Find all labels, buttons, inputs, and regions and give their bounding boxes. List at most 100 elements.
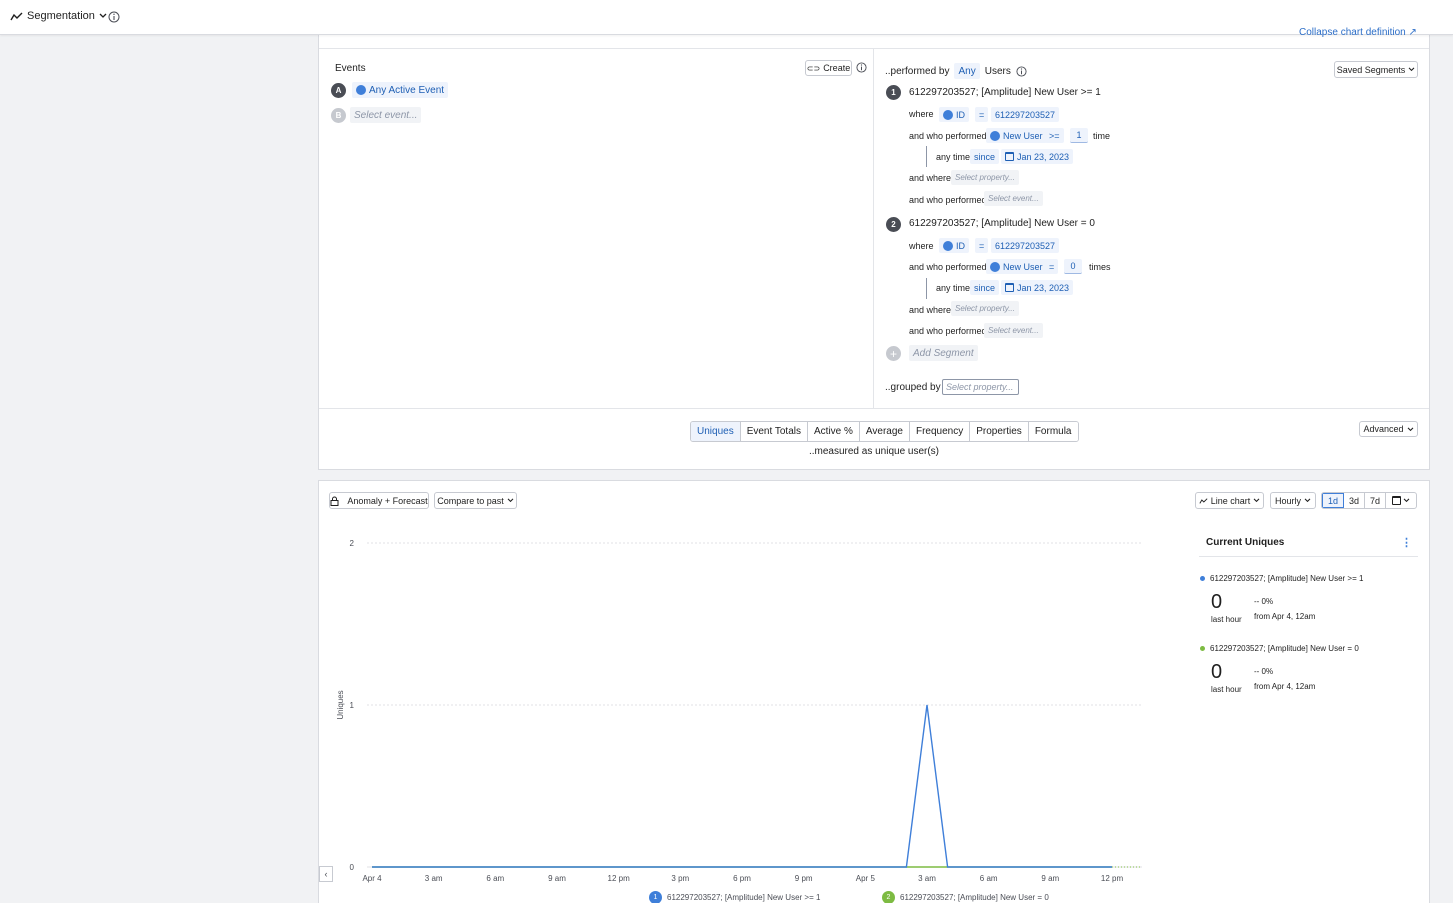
- add-icon[interactable]: +: [886, 346, 901, 361]
- who-performed-label: and who performed: [909, 262, 987, 272]
- chevron-down-icon: [1403, 498, 1410, 503]
- segment-number-badge: 1: [886, 85, 901, 100]
- current-sub: last hour: [1211, 615, 1242, 624]
- x-tick-label: 6 am: [486, 874, 504, 883]
- x-tick-label: 3 am: [918, 874, 936, 883]
- who-event[interactable]: New User: [986, 259, 1047, 274]
- nest-line: [926, 278, 927, 299]
- amplitude-event-icon: [356, 85, 366, 95]
- tab-uniques[interactable]: Uniques: [691, 422, 741, 441]
- time-label[interactable]: any time: [936, 283, 970, 293]
- amplitude-property-icon: [943, 109, 953, 120]
- events-title: Events: [335, 63, 366, 74]
- tab-event-totals[interactable]: Event Totals: [740, 422, 808, 441]
- divider: [319, 408, 1429, 409]
- segment-title[interactable]: 612297203527; [Amplitude] New User = 0: [909, 218, 1095, 229]
- event-any-active[interactable]: Any Active Event: [352, 82, 449, 98]
- count-operator[interactable]: >=: [1045, 128, 1064, 143]
- chevron-down-icon: [1408, 67, 1415, 72]
- x-tick-label: Apr 4: [362, 874, 382, 883]
- chart-definition-panel: Events ⊂⊃ Create A Any Active Event B Sel…: [318, 35, 1430, 470]
- measured-as-label: ..measured as unique user(s): [808, 446, 940, 457]
- create-button[interactable]: ⊂⊃ Create: [805, 60, 852, 76]
- since-date[interactable]: Jan 23, 2023: [1001, 280, 1074, 295]
- and-who-performed-label: and who performed: [909, 326, 987, 336]
- select-event-input[interactable]: Select event...: [350, 107, 422, 123]
- saved-segments-button[interactable]: Saved Segments: [1334, 61, 1418, 78]
- y-tick-label: 1: [350, 701, 355, 710]
- compare-to-past-button[interactable]: Compare to past: [434, 492, 517, 509]
- lock-icon: [330, 496, 339, 506]
- select-property-input[interactable]: Select property...: [951, 170, 1019, 185]
- range-1d[interactable]: 1d: [1322, 493, 1344, 508]
- info-icon[interactable]: [108, 11, 120, 23]
- since-selector[interactable]: since: [970, 280, 1000, 295]
- divider: [873, 48, 874, 408]
- range-7d[interactable]: 7d: [1365, 493, 1386, 508]
- tab-formula[interactable]: Formula: [1028, 422, 1078, 441]
- scroll-left-button[interactable]: ‹: [319, 866, 333, 882]
- where-operator[interactable]: =: [975, 107, 989, 122]
- where-operator[interactable]: =: [975, 238, 989, 253]
- current-uniques-title: Current Uniques: [1206, 537, 1285, 548]
- line-chart-icon: [10, 12, 23, 20]
- select-event-input[interactable]: Select event...: [984, 323, 1043, 338]
- x-tick-label: 9 am: [1041, 874, 1059, 883]
- current-value: 0: [1211, 661, 1223, 683]
- group-by-input[interactable]: Select property...: [942, 379, 1019, 395]
- performed-by-row: ..performed by Any Users: [885, 63, 1027, 79]
- tab-active-percent[interactable]: Active %: [808, 422, 860, 441]
- calendar-icon: [1005, 283, 1014, 292]
- current-sub: last hour: [1211, 685, 1242, 694]
- info-icon[interactable]: [1016, 65, 1027, 77]
- interval-button[interactable]: Hourly: [1270, 492, 1316, 509]
- create-icon: ⊂⊃: [806, 63, 821, 73]
- since-date[interactable]: Jan 23, 2023: [1001, 149, 1074, 164]
- calendar-icon: [1392, 496, 1401, 505]
- collapse-definition-link[interactable]: Collapse chart definition ↗: [1299, 27, 1417, 38]
- current-change: -- 0%: [1254, 667, 1274, 676]
- count-input[interactable]: 0: [1064, 259, 1082, 274]
- calendar-icon: [1005, 152, 1014, 161]
- info-icon[interactable]: [856, 62, 867, 73]
- legend-item[interactable]: 1 612297203527; [Amplitude] New User >= …: [649, 891, 820, 903]
- line-chart: 0 1 2 Uniques Apr 4 3 am 6 am 9 am 12 pm 3 pm 6 pm…: [336, 539, 1142, 883]
- where-value[interactable]: 612297203527: [991, 107, 1060, 122]
- and-where-label: and where: [909, 173, 952, 183]
- where-property[interactable]: ID: [939, 107, 969, 122]
- x-tick-label: 12 pm: [1101, 874, 1124, 883]
- line-chart-button[interactable]: Line chart: [1195, 492, 1264, 509]
- chevron-down-icon: [507, 498, 514, 503]
- x-tick-label: 3 pm: [671, 874, 689, 883]
- x-tick-label: 12 pm: [608, 874, 631, 883]
- legend-badge: 2: [882, 891, 895, 903]
- any-selector[interactable]: Any: [954, 63, 980, 79]
- advanced-button[interactable]: Advanced: [1359, 421, 1418, 437]
- chart-type-menu[interactable]: Segmentation: [10, 10, 107, 22]
- tab-frequency[interactable]: Frequency: [909, 422, 971, 441]
- measure-tabs: Uniques Event Totals Active % Average Fr…: [690, 421, 1079, 442]
- where-property[interactable]: ID: [939, 238, 969, 253]
- x-tick-label: 9 am: [548, 874, 566, 883]
- custom-range-button[interactable]: [1386, 493, 1416, 508]
- count-input[interactable]: 1: [1070, 128, 1088, 143]
- x-tick-label: 6 pm: [733, 874, 751, 883]
- legend-item[interactable]: 2 612297203527; [Amplitude] New User = 0: [882, 891, 1049, 903]
- who-performed-label: and who performed: [909, 131, 987, 141]
- current-from: from Apr 4, 12am: [1254, 612, 1316, 621]
- range-3d[interactable]: 3d: [1344, 493, 1365, 508]
- tab-average[interactable]: Average: [859, 422, 910, 441]
- add-segment-button[interactable]: Add Segment: [909, 345, 978, 361]
- more-options-icon[interactable]: ⋮: [1401, 536, 1412, 549]
- since-selector[interactable]: since: [970, 149, 1000, 164]
- select-property-input[interactable]: Select property...: [951, 301, 1019, 316]
- where-value[interactable]: 612297203527: [991, 238, 1060, 253]
- select-event-input[interactable]: Select event...: [984, 191, 1043, 206]
- tab-properties[interactable]: Properties: [970, 422, 1029, 441]
- who-event[interactable]: New User: [986, 128, 1047, 143]
- top-bar: Segmentation: [0, 0, 1453, 35]
- anomaly-forecast-button[interactable]: Anomaly + Forecast: [329, 492, 429, 509]
- count-operator[interactable]: =: [1045, 259, 1059, 274]
- time-label[interactable]: any time: [936, 152, 970, 162]
- segment-title[interactable]: 612297203527; [Amplitude] New User >= 1: [909, 87, 1101, 98]
